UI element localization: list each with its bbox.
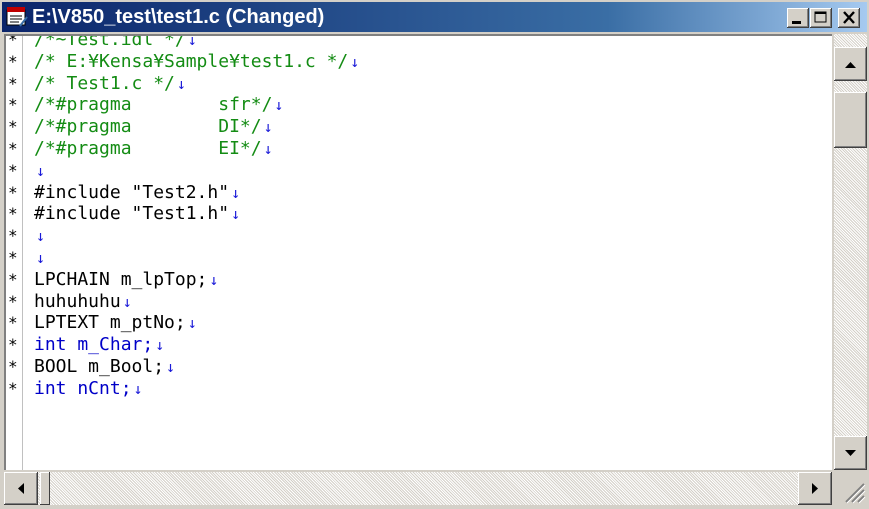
end-of-line-marker: ↓: [231, 183, 241, 202]
line-marker: *: [8, 269, 18, 289]
code-line[interactable]: * huhuhuhu ↓: [6, 291, 359, 313]
minimize-button[interactable]: [787, 8, 809, 28]
end-of-line-marker: ↓: [350, 52, 360, 71]
end-of-line-marker: ↓: [209, 270, 219, 289]
code-text: /*~Test.idl */: [34, 34, 186, 50]
code-text: huhuhuhu: [34, 290, 121, 312]
end-of-line-marker: ↓: [133, 379, 143, 398]
code-line[interactable]: * BOOL m_Bool; ↓: [6, 356, 359, 378]
resize-grip[interactable]: [834, 472, 867, 505]
code-text: int nCnt;: [34, 377, 132, 399]
code-line[interactable]: * /* Test1.c */↓: [6, 73, 359, 95]
notepad-icon[interactable]: [6, 7, 28, 27]
horizontal-scroll-thumb[interactable]: [40, 472, 50, 505]
code-text: /*#pragma DI*/: [34, 116, 262, 138]
code-line[interactable]: * /*#pragma sfr*/↓: [6, 94, 359, 116]
end-of-line-marker: ↓: [166, 357, 176, 376]
code-text: int m_Char;: [34, 334, 154, 356]
horizontal-scrollbar[interactable]: [4, 472, 832, 505]
end-of-line-marker: ↓: [155, 336, 165, 355]
end-of-line-marker: ↓: [274, 96, 284, 115]
end-of-line-marker: ↓: [176, 74, 186, 93]
code-text: LPTEXT m_ptNo;: [34, 312, 186, 334]
line-marker: *: [8, 247, 18, 267]
scroll-left-button[interactable]: [4, 472, 38, 505]
code-text: /* Test1.c */: [34, 72, 175, 94]
line-marker: *: [8, 378, 18, 398]
code-text: /* E:¥Kensa¥Sample¥test1.c */: [34, 50, 349, 72]
scroll-up-button[interactable]: [834, 47, 867, 81]
code-line[interactable]: * #include "Test1.h" ↓: [6, 203, 359, 225]
line-marker: *: [8, 138, 18, 158]
maximize-icon: [814, 11, 827, 23]
line-marker: *: [8, 117, 18, 137]
code-text: BOOL m_Bool;: [34, 355, 165, 377]
title-bar[interactable]: E:\V850_test\test1.c (Changed): [2, 2, 867, 32]
line-marker: *: [8, 160, 18, 180]
window-title: E:\V850_test\test1.c (Changed): [32, 6, 325, 28]
line-marker: *: [8, 313, 18, 333]
code-text: /*#pragma EI*/: [34, 137, 262, 159]
end-of-line-marker: ↓: [36, 227, 46, 246]
code-line[interactable]: * /* E:¥Kensa¥Sample¥test1.c */↓: [6, 51, 359, 73]
close-button[interactable]: [838, 8, 860, 28]
code-line[interactable]: * ↓: [6, 160, 359, 182]
arrow-down-icon: [845, 450, 856, 456]
end-of-line-marker: ↓: [231, 205, 241, 224]
end-of-line-marker: ↓: [263, 118, 273, 137]
line-marker: *: [8, 335, 18, 355]
end-of-line-marker: ↓: [263, 139, 273, 158]
code-line[interactable]: * int nCnt; ↓: [6, 378, 359, 400]
minimize-icon: [792, 21, 801, 24]
arrow-up-icon: [845, 62, 856, 68]
vertical-scrollbar[interactable]: [834, 34, 867, 470]
line-marker: *: [8, 356, 18, 376]
line-marker: *: [8, 73, 18, 93]
code-text: #include "Test1.h": [34, 203, 230, 225]
line-marker: *: [8, 204, 18, 224]
code-text: #include "Test2.h": [34, 181, 230, 203]
code-line[interactable]: * /*#pragma DI*/↓: [6, 116, 359, 138]
resize-grip-icon: [845, 483, 866, 504]
editor-window: E:\V850_test\test1.c (Changed) * /*~Test.…: [0, 0, 869, 509]
code-line[interactable]: * LPTEXT m_ptNo; ↓: [6, 312, 359, 334]
code-line[interactable]: * LPCHAIN m_lpTop; ↓: [6, 269, 359, 291]
end-of-line-marker: ↓: [36, 248, 46, 267]
scroll-right-button[interactable]: [798, 472, 832, 505]
code-line[interactable]: * ↓: [6, 247, 359, 269]
code-line[interactable]: * #include "Test2.h" ↓: [6, 182, 359, 204]
end-of-line-marker: ↓: [36, 161, 46, 180]
code-line[interactable]: * int m_Char; ↓: [6, 334, 359, 356]
scroll-down-button[interactable]: [834, 436, 867, 470]
code-editor[interactable]: */*~Test.idl */↓ */* E:¥Kensa¥Sample¥test…: [4, 34, 832, 470]
code-text: /*#pragma sfr*/: [34, 94, 273, 116]
maximize-button[interactable]: [810, 8, 832, 28]
code-line[interactable]: * /*~Test.idl */↓: [6, 34, 359, 51]
arrow-right-icon: [812, 483, 818, 494]
close-icon: [843, 11, 855, 24]
arrow-left-icon: [18, 483, 24, 494]
end-of-line-marker: ↓: [187, 314, 197, 333]
vertical-scroll-thumb[interactable]: [834, 92, 867, 148]
line-marker: *: [8, 291, 18, 311]
end-of-line-marker: ↓: [187, 34, 197, 49]
line-marker: *: [8, 51, 18, 71]
line-marker: *: [8, 34, 18, 49]
code-lines: */*~Test.idl */↓ */* E:¥Kensa¥Sample¥test…: [6, 34, 359, 400]
end-of-line-marker: ↓: [122, 292, 132, 311]
line-marker: *: [8, 95, 18, 115]
line-marker: *: [8, 226, 18, 246]
line-marker: *: [8, 182, 18, 202]
code-line[interactable]: * /*#pragma EI*/↓: [6, 138, 359, 160]
code-text: LPCHAIN m_lpTop;: [34, 268, 208, 290]
code-line[interactable]: * ↓: [6, 225, 359, 247]
